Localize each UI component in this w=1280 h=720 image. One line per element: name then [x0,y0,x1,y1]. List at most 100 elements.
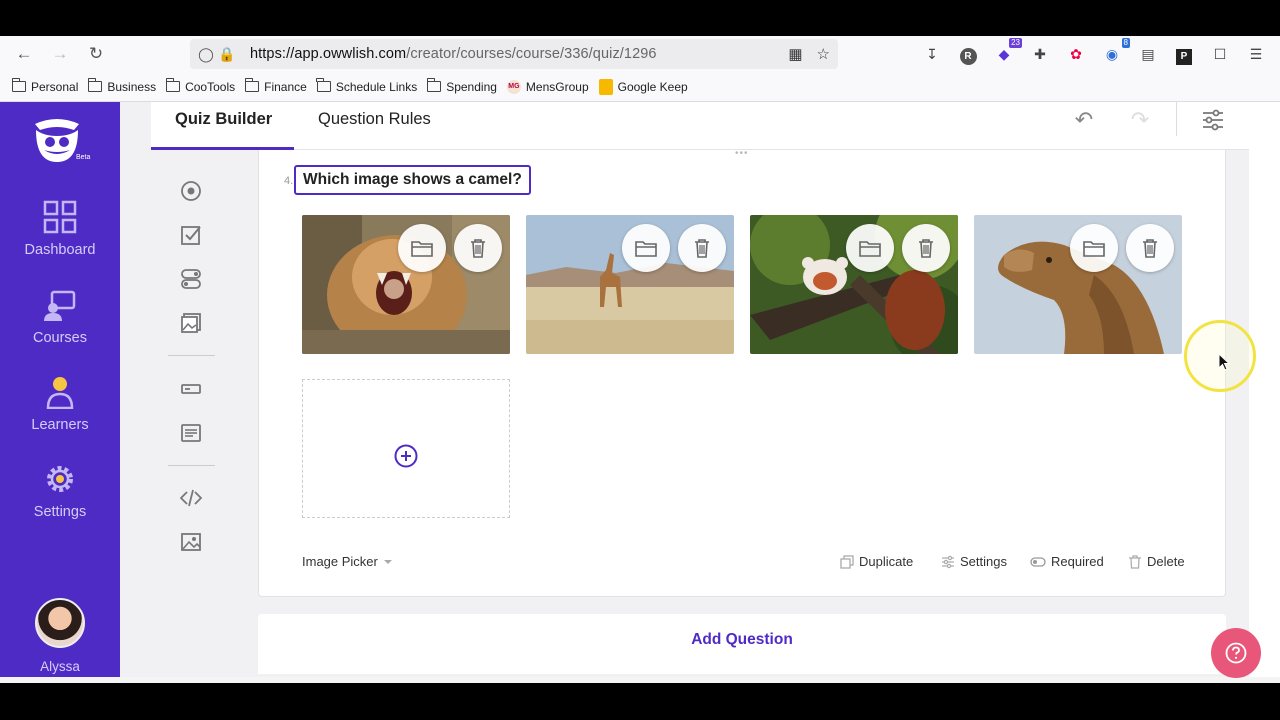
add-question-button[interactable]: Add Question [258,614,1226,674]
bookmark-finance[interactable]: Finance [244,78,307,94]
sidebar-item-settings[interactable]: Settings [0,462,120,520]
folder-icon [411,241,433,257]
mensgroup-icon: MG [506,79,521,94]
question-type-toolbar [151,150,236,683]
extension-p-icon[interactable]: P [1174,44,1194,65]
code-icon[interactable] [180,487,202,509]
image-option-camel[interactable] [974,215,1182,354]
drag-handle-icon[interactable]: ••• [735,148,749,159]
folder-icon [316,78,331,92]
question-card: ••• 4. Which image shows a camel? Image … [258,148,1226,597]
settings-icon [47,466,73,492]
bookmark-star-icon[interactable]: ☆ [817,45,830,63]
user-name: Alyssa [40,659,80,674]
settings-label: Settings [960,554,1007,569]
delete-image-button[interactable] [1126,224,1174,272]
back-icon[interactable]: ← [14,44,34,64]
extension-u-icon[interactable]: ◉ 8 [1102,38,1130,64]
reader-icon[interactable]: ▤ [1138,44,1158,64]
bookmarks-bar: Personal Business CooTools Finance Sched… [0,72,1280,102]
delete-question-button[interactable]: Delete [1128,554,1185,569]
avatar[interactable] [35,598,85,648]
delete-image-button[interactable] [902,224,950,272]
sidebar-item-label: Courses [33,330,87,346]
delete-image-button[interactable] [454,224,502,272]
url-text: https://app.owwlish.com/creator/courses/… [250,46,657,62]
image-option-lion[interactable] [302,215,510,354]
image-option-giraffe[interactable] [526,215,734,354]
bottom-bar [0,677,1280,683]
lock-icon: 🔒 [218,46,236,62]
replace-image-button[interactable] [622,224,670,272]
question-title-input[interactable]: Which image shows a camel? [294,165,531,195]
bookmark-business[interactable]: Business [87,78,156,94]
trash-icon [1129,554,1141,569]
settings-button[interactable]: Settings [941,554,1007,569]
add-question-label: Add Question [691,631,793,648]
replace-image-button[interactable] [398,224,446,272]
delete-image-button[interactable] [678,224,726,272]
forward-icon[interactable]: → [50,44,70,64]
page-scroll-gutter [1249,102,1280,683]
image-icon[interactable] [180,531,202,553]
folder-icon [244,78,260,92]
paragraph-icon[interactable] [180,422,202,444]
radio-icon[interactable] [180,180,202,202]
undo-icon[interactable]: ↶ [1072,108,1096,132]
trash-icon [471,239,485,258]
toggle-icon[interactable] [180,268,202,290]
sidebar-item-label: Settings [33,504,87,520]
bookmark-schedule-links[interactable]: Schedule Links [316,78,417,94]
tab-question-rules[interactable]: Question Rules [318,110,431,129]
bookmark-spending[interactable]: Spending [426,78,497,94]
mouse-cursor-icon [1218,353,1230,371]
text-input-icon[interactable] [180,378,202,400]
extension-color-icon[interactable]: ✿ [1066,44,1086,64]
reload-icon[interactable]: ↻ [86,44,106,64]
folder-icon [165,78,181,92]
folder-icon [859,241,881,257]
tab-quiz-builder[interactable]: Quiz Builder [175,110,272,129]
sliders-icon[interactable] [1201,108,1225,132]
divider [168,465,215,466]
folder-icon [1083,241,1105,257]
replace-image-button[interactable] [846,224,894,272]
sidebar-item-learners[interactable]: Learners [0,375,120,433]
question-type-select[interactable]: Image Picker [302,554,393,569]
bookmark-personal[interactable]: Personal [11,78,78,94]
qr-icon[interactable]: ▦ [788,45,802,63]
extension-gem-icon[interactable]: ◆ 23 [994,38,1022,64]
bookmark-cootools[interactable]: CooTools [165,78,235,94]
add-circle-icon[interactable] [394,444,418,468]
owwlish-logo-icon[interactable]: Beta [30,116,90,166]
extensions-puzzle-icon[interactable]: ☐ [1210,44,1230,64]
trash-icon [695,239,709,258]
trash-icon [1143,239,1157,258]
replace-image-button[interactable] [1070,224,1118,272]
help-button[interactable] [1211,628,1261,678]
question-number: 4. [284,175,294,187]
add-image-tile[interactable] [302,379,510,518]
bookmark-mensgroup[interactable]: MG MensGroup [506,79,589,94]
download-icon[interactable]: ↧ [922,44,942,64]
extension-r-icon[interactable]: R [958,44,978,65]
duplicate-button[interactable]: Duplicate [840,554,913,569]
sidebar-item-label: Learners [31,417,89,433]
sidebar-item-courses[interactable]: Courses [0,288,120,346]
google-keep-icon [598,78,613,95]
delete-label: Delete [1147,554,1185,569]
image-option-red-panda[interactable] [750,215,958,354]
extension-plus-icon[interactable]: ✚ [1030,44,1050,64]
required-toggle[interactable]: Required [1030,554,1104,569]
sidebar-item-dashboard[interactable]: Dashboard [0,200,120,258]
image-picker-icon[interactable] [180,312,202,334]
bookmark-google-keep[interactable]: Google Keep [598,78,688,95]
checkbox-icon[interactable] [180,224,202,246]
sliders-icon [942,555,954,568]
copy-icon [840,554,854,569]
address-bar[interactable]: ◯ 🔒 https://app.owwlish.com/creator/cour… [190,39,838,69]
redo-icon[interactable]: ↷ [1128,108,1152,132]
question-type-label: Image Picker [302,554,378,569]
browser-toolbar: ← → ↻ ◯ 🔒 https://app.owwlish.com/creato… [0,36,1280,72]
menu-icon[interactable]: ☰ [1246,44,1266,64]
